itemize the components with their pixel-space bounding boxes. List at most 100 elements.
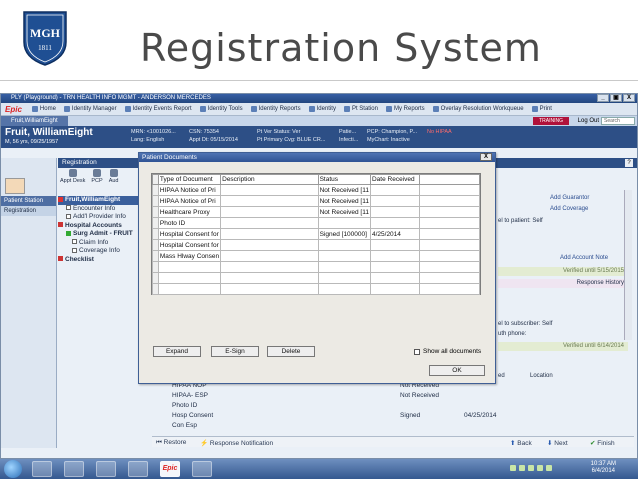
nav-registration[interactable]: Registration	[1, 206, 56, 216]
menu-overlay-resolution[interactable]: Overlay Resolution Workqueue	[429, 106, 528, 112]
taskbar-app-epic[interactable]: Epic	[160, 461, 180, 477]
ok-button[interactable]: OK	[429, 365, 485, 376]
menu-identity[interactable]: Identity	[305, 106, 340, 112]
cell-status[interactable]: Not Received [11	[317, 184, 371, 196]
table-row[interactable]	[152, 261, 480, 273]
cell-description[interactable]	[220, 239, 319, 251]
tree-item-claim-info[interactable]: Claim Info	[58, 239, 140, 248]
table-row[interactable]: Healthcare Proxy Not Received [11	[152, 206, 480, 218]
cell-description[interactable]	[220, 184, 319, 196]
cell-date-received[interactable]	[369, 283, 421, 295]
response-history-link[interactable]: Response History	[498, 279, 628, 288]
taskbar-app-explorer[interactable]	[64, 461, 84, 477]
search-input[interactable]: Search	[601, 117, 635, 125]
cell-type[interactable]	[157, 272, 222, 284]
checkbox-box[interactable]	[414, 348, 420, 355]
add-coverage-link[interactable]: Add Coverage	[550, 206, 588, 212]
tree-item-checklist[interactable]: Checklist	[58, 256, 140, 265]
taskbar-app-ie[interactable]	[96, 461, 116, 477]
audit-button[interactable]: Aud	[109, 169, 118, 191]
cell-description[interactable]	[220, 272, 319, 284]
nav-patient-station[interactable]: Patient Station	[1, 196, 56, 206]
patient-tab[interactable]: Fruit,WilliamEight	[1, 116, 68, 126]
cell-type[interactable]: Photo ID	[157, 217, 222, 229]
cell-status[interactable]: Signed [100000]	[317, 228, 371, 240]
cell-description[interactable]	[220, 217, 319, 229]
cell-description[interactable]	[220, 206, 319, 218]
vertical-scrollbar[interactable]	[624, 190, 632, 340]
cell-type[interactable]: Mass Hlway Consen	[157, 250, 222, 262]
cell-type[interactable]: Hospital Consent for	[157, 228, 222, 240]
pcp-button[interactable]: PCP	[91, 169, 103, 191]
response-notification-button[interactable]: ⚡ Response Notification	[200, 439, 273, 447]
cell-status[interactable]: Not Received [11	[317, 206, 371, 218]
menu-pt-station[interactable]: Pt Station	[340, 106, 382, 112]
clock[interactable]: 10:37 AM 6/4/2014	[591, 461, 616, 475]
tree-item-patient[interactable]: Fruit,WilliamEight	[58, 196, 140, 205]
tree-item-coverage-info[interactable]: Coverage Info	[58, 247, 140, 256]
tree-item-hospital-accounts[interactable]: Hospital Accounts	[58, 222, 140, 231]
cell-date-received[interactable]: 4/25/2014	[369, 228, 421, 240]
table-row[interactable]: HIPAA Notice of Pri Not Received [11	[152, 195, 480, 207]
cell-date-received[interactable]	[369, 184, 421, 196]
cell-status[interactable]	[317, 239, 371, 251]
appt-desk-button[interactable]: Appt Desk	[60, 169, 85, 191]
cell-date-received[interactable]	[369, 250, 421, 262]
esign-button[interactable]: E-Sign	[211, 346, 259, 357]
back-button[interactable]: ⬆ Back	[510, 439, 532, 447]
column-header-date-received[interactable]: Date Received	[369, 174, 421, 185]
cell-date-received[interactable]	[369, 217, 421, 229]
menu-identity-tools[interactable]: Identity Tools	[196, 106, 247, 112]
start-button[interactable]	[4, 460, 22, 478]
help-button[interactable]: ?	[625, 159, 633, 167]
next-button[interactable]: ⬇ Next	[547, 439, 568, 447]
cell-date-received[interactable]	[369, 206, 421, 218]
tree-item-encounter-info[interactable]: Encounter Info	[58, 205, 140, 214]
tree-item-addl-provider[interactable]: Add'l Provider Info	[58, 213, 140, 222]
column-header-type[interactable]: Type of Document	[157, 174, 222, 185]
expand-button[interactable]: Expand	[153, 346, 201, 357]
menu-my-reports[interactable]: My Reports	[382, 106, 429, 112]
cell-status[interactable]	[317, 250, 371, 262]
taskbar-app-other[interactable]	[192, 461, 212, 477]
cell-type[interactable]: HIPAA Notice of Pri	[157, 195, 222, 207]
cell-status[interactable]	[317, 272, 371, 284]
column-header-status[interactable]: Status	[317, 174, 371, 185]
show-all-documents-checkbox[interactable]: Show all documents	[414, 348, 481, 355]
cell-description[interactable]	[220, 228, 319, 240]
column-header-description[interactable]: Description	[220, 174, 319, 185]
menu-identity-reports[interactable]: Identity Reports	[247, 106, 305, 112]
cell-status[interactable]	[317, 283, 371, 295]
cell-description[interactable]	[220, 283, 319, 295]
epic-menu-button[interactable]: Epic	[1, 105, 28, 114]
table-row[interactable]: Hospital Consent for	[152, 239, 480, 251]
cell-type[interactable]: HIPAA Notice of Pri	[157, 184, 222, 196]
menu-home[interactable]: Home	[28, 106, 60, 112]
cell-type[interactable]	[157, 261, 222, 273]
cell-description[interactable]	[220, 250, 319, 262]
minimize-button[interactable]: _	[597, 94, 609, 102]
table-row[interactable]	[152, 272, 480, 284]
cell-date-received[interactable]	[369, 261, 421, 273]
finish-button[interactable]: ✔ Finish	[590, 439, 615, 447]
menu-print[interactable]: Print	[528, 106, 556, 112]
dialog-close-button[interactable]: X	[480, 153, 492, 161]
network-icon[interactable]	[546, 465, 552, 471]
cell-status[interactable]: Not Received [11	[317, 195, 371, 207]
cell-type[interactable]: Healthcare Proxy	[157, 206, 222, 218]
table-row[interactable]: HIPAA Notice of Pri Not Received [11	[152, 184, 480, 196]
menu-identity-events-report[interactable]: Identity Events Report	[121, 106, 196, 112]
cell-type[interactable]	[157, 283, 222, 295]
close-window-button[interactable]: X	[623, 94, 635, 102]
cell-description[interactable]	[220, 195, 319, 207]
add-guarantor-link[interactable]: Add Guarantor	[550, 195, 589, 201]
cell-description[interactable]	[220, 261, 319, 273]
logout-button[interactable]: Log Out	[578, 116, 599, 126]
menu-identity-manager[interactable]: Identity Manager	[60, 106, 121, 112]
table-row[interactable]: Photo ID	[152, 217, 480, 229]
maximize-button[interactable]: ▣	[610, 94, 622, 102]
delete-button[interactable]: Delete	[267, 346, 315, 357]
restore-button[interactable]: ⏮ Restore	[156, 439, 186, 447]
table-row[interactable]	[152, 283, 480, 295]
taskbar-app-1[interactable]	[32, 461, 52, 477]
